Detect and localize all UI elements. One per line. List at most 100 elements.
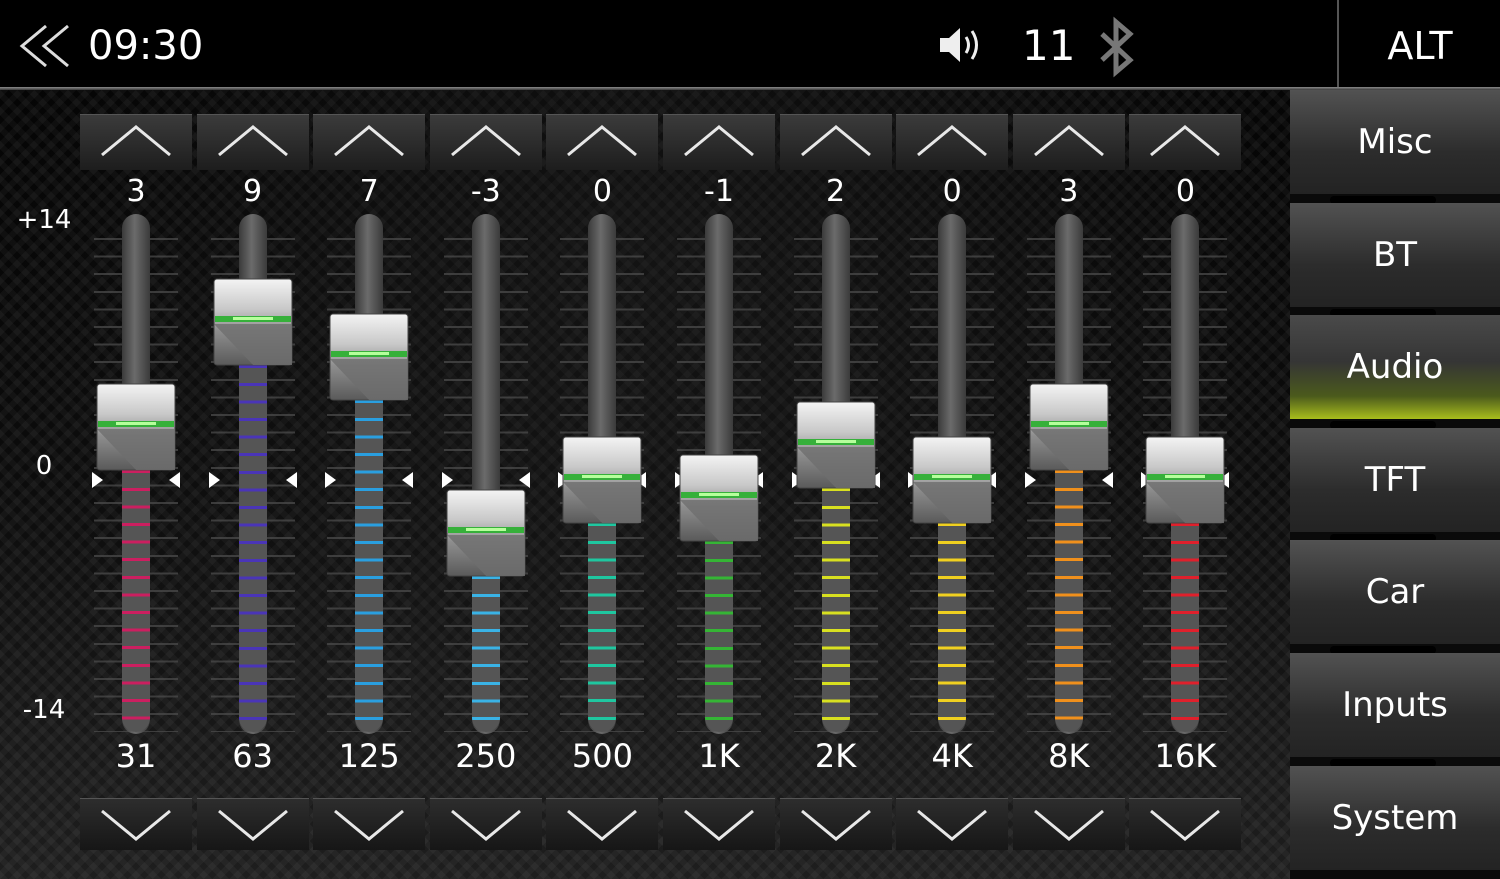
band-up-button[interactable] — [779, 114, 892, 170]
zero-marker-right — [402, 472, 414, 488]
menu-item-misc[interactable]: Misc — [1290, 90, 1500, 194]
band-level-fill — [355, 356, 384, 732]
band-down-button[interactable] — [1129, 798, 1242, 850]
menu-item-car[interactable]: Car — [1290, 540, 1500, 645]
band-slider-knob[interactable] — [1029, 383, 1109, 471]
band-down-button[interactable] — [313, 798, 426, 850]
band-slider-knob[interactable] — [329, 313, 409, 401]
band-up-button[interactable] — [663, 114, 775, 170]
band-down-button[interactable] — [80, 798, 192, 850]
chevron-up-icon — [450, 125, 521, 157]
chevron-up-icon — [800, 125, 871, 157]
band-value: 3 — [126, 174, 146, 209]
band-value: 0 — [592, 174, 612, 209]
bluetooth-icon — [1096, 16, 1138, 78]
status-bar: 09:30 11 ALT — [0, 0, 1500, 88]
band-frequency: 63 — [232, 737, 273, 775]
band-up-button[interactable] — [196, 114, 309, 170]
chevron-up-icon — [334, 125, 405, 157]
band-value: 3 — [1059, 174, 1079, 209]
zero-marker-left — [92, 472, 103, 488]
band-slider-knob[interactable] — [912, 436, 992, 524]
eq-band-16k: 0 16K — [1129, 90, 1242, 879]
eq-band-250: -3 250 — [429, 90, 542, 879]
clock: 09:30 — [88, 23, 204, 69]
alt-button[interactable]: ALT — [1340, 0, 1500, 88]
zero-marker-right — [1101, 472, 1113, 488]
speaker-icon[interactable] — [936, 22, 986, 68]
band-value: 9 — [243, 174, 263, 209]
band-down-button[interactable] — [196, 798, 309, 850]
chevron-down-icon — [800, 809, 871, 841]
back-button[interactable] — [14, 22, 74, 70]
chevron-down-icon — [450, 809, 521, 841]
eq-band-63: 9 63 — [196, 90, 309, 879]
chevron-up-icon — [101, 125, 171, 157]
chevron-up-icon — [1150, 125, 1221, 157]
scale-max-label: +14 — [16, 205, 72, 235]
chevron-down-icon — [1033, 809, 1104, 841]
band-down-button[interactable] — [546, 798, 659, 850]
equalizer-panel: +14 0 -14 3 31 9 63 7 125 -3 250 0 500 -… — [0, 90, 1290, 879]
menu-item-tft[interactable]: TFT — [1290, 427, 1500, 532]
band-up-button[interactable] — [80, 114, 192, 170]
band-up-button[interactable] — [546, 114, 659, 170]
chevron-up-icon — [917, 125, 988, 157]
band-frequency: 250 — [455, 737, 517, 775]
band-up-button[interactable] — [896, 114, 1009, 170]
scale-min-label: -14 — [22, 695, 66, 725]
band-slider-knob[interactable] — [213, 278, 293, 366]
band-up-button[interactable] — [429, 114, 542, 170]
eq-band-2k: 2 2K — [779, 90, 892, 879]
chevron-down-icon — [567, 809, 638, 841]
eq-band-4k: 0 4K — [896, 90, 1009, 879]
band-up-button[interactable] — [313, 114, 426, 170]
band-frequency: 2K — [814, 737, 857, 775]
band-slider-knob[interactable] — [562, 436, 642, 524]
eq-band-8k: 3 8K — [1012, 90, 1125, 879]
zero-marker-left — [208, 472, 220, 488]
band-frequency: 16K — [1154, 737, 1217, 775]
chevron-down-icon — [684, 809, 754, 841]
band-down-button[interactable] — [1012, 798, 1125, 850]
band-down-button[interactable] — [779, 798, 892, 850]
eq-band-31: 3 31 — [80, 90, 192, 879]
band-slider-knob[interactable] — [796, 401, 876, 489]
band-value: -3 — [470, 174, 501, 209]
band-down-button[interactable] — [663, 798, 775, 850]
eq-band-125: 7 125 — [313, 90, 426, 879]
band-frequency: 4K — [931, 737, 973, 775]
band-down-button[interactable] — [896, 798, 1009, 850]
band-slider-knob[interactable] — [96, 383, 176, 471]
menu-item-system[interactable]: System — [1290, 765, 1500, 870]
chevron-up-icon — [567, 125, 638, 157]
zero-marker-right — [169, 472, 180, 488]
band-up-button[interactable] — [1129, 114, 1242, 170]
zero-marker-right — [518, 472, 530, 488]
chevron-down-icon — [217, 809, 288, 841]
zero-marker-left — [325, 472, 337, 488]
menu-item-audio[interactable]: Audio — [1290, 315, 1500, 420]
zero-marker-left — [1024, 472, 1036, 488]
band-up-button[interactable] — [1012, 114, 1125, 170]
chevron-down-icon — [1150, 809, 1221, 841]
zero-marker-left — [441, 472, 453, 488]
volume-level: 11 — [1022, 21, 1076, 70]
band-frequency: 125 — [338, 737, 400, 775]
band-down-button[interactable] — [429, 798, 542, 850]
band-slider-knob[interactable] — [1145, 436, 1225, 524]
double-chevron-left-icon — [19, 24, 69, 68]
zero-marker-right — [285, 472, 297, 488]
menu-item-inputs[interactable]: Inputs — [1290, 653, 1500, 757]
band-value: 2 — [826, 174, 846, 209]
side-menu: Misc BT Audio TFT Car Inputs System — [1290, 90, 1500, 879]
band-frequency: 8K — [1048, 737, 1090, 775]
band-slider-knob[interactable] — [446, 489, 526, 577]
band-value: -1 — [704, 174, 734, 209]
menu-item-bt[interactable]: BT — [1290, 202, 1500, 307]
eq-band-500: 0 500 — [546, 90, 659, 879]
band-frequency: 500 — [571, 737, 633, 775]
scale-zero-label: 0 — [35, 451, 53, 481]
band-slider-knob[interactable] — [679, 454, 759, 542]
band-frequency: 1K — [698, 737, 740, 775]
